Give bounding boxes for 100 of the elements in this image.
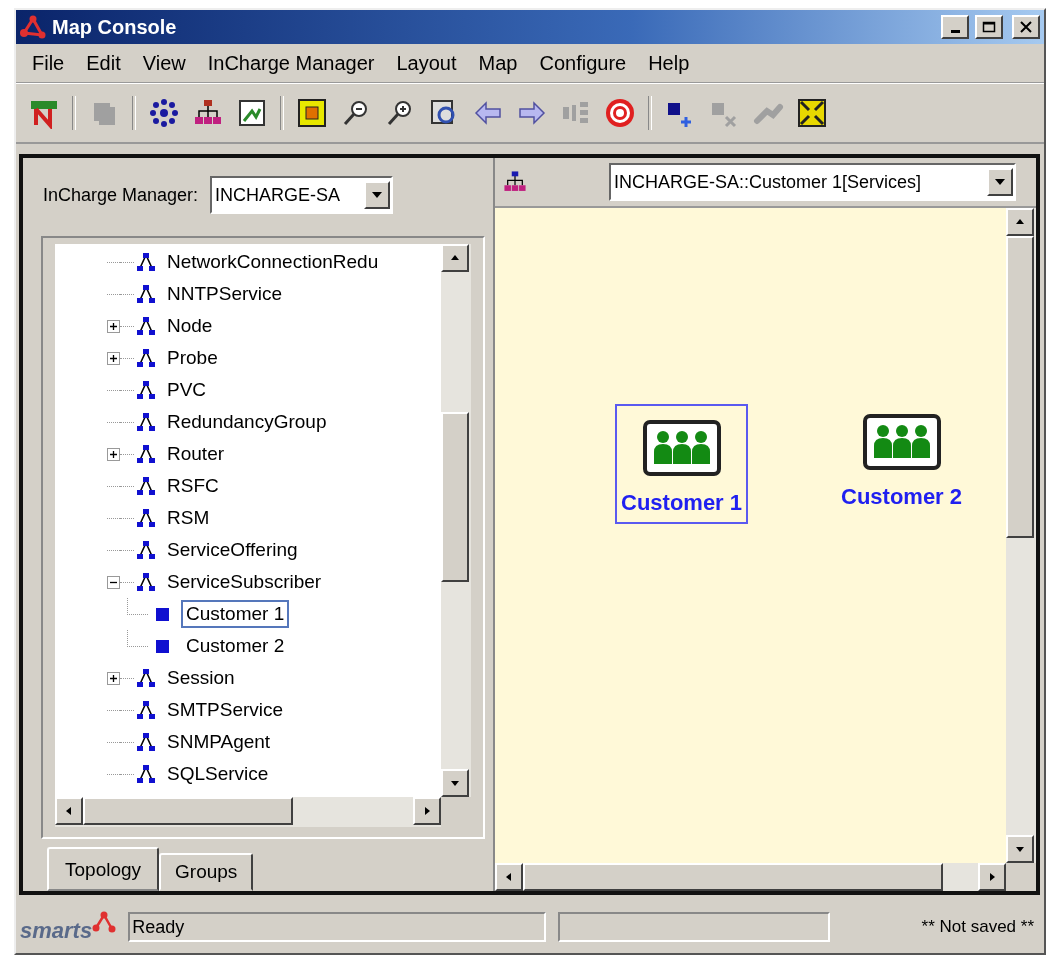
- triangle-down-icon: [450, 778, 460, 788]
- view-dropdown[interactable]: INCHARGE-SA::Customer 1[Services]: [609, 163, 1016, 201]
- tree-item[interactable]: RSFC: [162, 472, 224, 500]
- expand-toggle[interactable]: [107, 351, 120, 365]
- menu-item[interactable]: InCharge Manager: [197, 51, 387, 75]
- field-label: InCharge Manager:: [43, 184, 199, 206]
- triangle-left-icon: [504, 872, 514, 882]
- tree-item[interactable]: NetworkConnectionRedu: [162, 248, 384, 276]
- tree-item[interactable]: Node: [162, 312, 218, 340]
- scrollbar-thumb[interactable]: [83, 797, 293, 825]
- triangle-left-icon: [64, 806, 74, 816]
- tree-item[interactable]: ServiceSubscriber: [162, 568, 327, 596]
- menu-item[interactable]: Help: [638, 51, 702, 75]
- expand-toggle[interactable]: [107, 447, 120, 461]
- hierarchy-icon: [136, 668, 156, 688]
- plus-icon: [109, 353, 118, 363]
- tab[interactable]: Topology: [47, 847, 160, 891]
- triangle-down-icon: [1015, 844, 1025, 854]
- ring-cluster-icon: [148, 97, 180, 129]
- caret-icon: [995, 179, 1005, 185]
- tree-item[interactable]: PVC: [162, 376, 212, 404]
- map-node[interactable]: Customer 2: [835, 398, 969, 518]
- people-group-icon: [642, 420, 721, 476]
- triangle-right-icon: [422, 806, 432, 816]
- scrollbar-thumb[interactable]: [1006, 236, 1034, 538]
- menu-item[interactable]: Edit: [76, 51, 133, 75]
- triangle-up-icon: [1015, 217, 1025, 227]
- dropdown-button[interactable]: [364, 181, 391, 209]
- hierarchy-icon: [136, 348, 156, 368]
- expand-all-icon: [796, 97, 828, 129]
- scroll-left-button[interactable]: [55, 797, 83, 825]
- triangle-up-icon: [450, 253, 460, 263]
- triangle-right-icon: [987, 872, 997, 882]
- hierarchy-icon: [136, 540, 156, 560]
- tree-item[interactable]: Router: [162, 440, 230, 468]
- tree-item[interactable]: SQLService: [162, 760, 274, 788]
- scrollbar-thumb[interactable]: [523, 863, 943, 891]
- hierarchy-icon: [136, 700, 156, 720]
- maximize-icon: [982, 21, 996, 33]
- menu-item[interactable]: Configure: [529, 51, 639, 75]
- scroll-down-button[interactable]: [1006, 835, 1034, 863]
- square-icon: [156, 639, 169, 653]
- brand-logo: smarts: [20, 910, 117, 944]
- tree-item[interactable]: NNTPService: [162, 280, 288, 308]
- minimize-button[interactable]: [941, 15, 969, 39]
- collapse-toggle[interactable]: [107, 575, 120, 589]
- plus-icon: [109, 321, 118, 331]
- menu-item[interactable]: View: [132, 51, 198, 75]
- target-icon: [604, 97, 636, 129]
- hierarchy-icon: [136, 508, 156, 528]
- menu-item[interactable]: File: [22, 51, 77, 75]
- window-title: Map Console: [52, 15, 178, 39]
- close-icon: [1019, 21, 1033, 33]
- tree-item[interactable]: SNMPAgent: [162, 728, 276, 756]
- caret-icon: [372, 192, 383, 198]
- close-button[interactable]: [1012, 15, 1040, 39]
- tree-item[interactable]: SMTPService: [162, 696, 289, 724]
- tree-item[interactable]: RedundancyGroup: [162, 408, 332, 436]
- tree-item[interactable]: Customer 1: [181, 600, 290, 628]
- manager-dropdown[interactable]: INCHARGE-SA: [210, 176, 394, 214]
- scroll-left-button[interactable]: [495, 863, 523, 891]
- hierarchy-icon: [136, 732, 156, 752]
- maximize-button[interactable]: [975, 15, 1003, 39]
- scroll-right-button[interactable]: [413, 797, 441, 825]
- tree-item[interactable]: Session: [162, 664, 240, 692]
- expand-toggle[interactable]: [107, 319, 120, 333]
- tree-item[interactable]: Customer 2: [181, 632, 290, 660]
- hierarchy-icon: [136, 444, 156, 464]
- people-group-icon: [862, 414, 941, 470]
- tree-item[interactable]: ServiceOffering: [162, 536, 303, 564]
- expand-toggle[interactable]: [107, 671, 120, 685]
- hierarchy-icon: [136, 476, 156, 496]
- plus-icon: [109, 449, 118, 459]
- menu-item[interactable]: Map: [468, 51, 530, 75]
- hierarchy-icon: [136, 764, 156, 784]
- status-message: Ready: [128, 912, 547, 942]
- minimize-icon: [950, 29, 960, 33]
- plus-icon: [109, 673, 118, 683]
- hierarchy-icon: [136, 284, 156, 304]
- hierarchy-icon: [136, 412, 156, 432]
- square-icon: [156, 607, 169, 621]
- tree-item[interactable]: Probe: [162, 344, 223, 372]
- tree-item[interactable]: RSM: [162, 504, 215, 532]
- scroll-up-button[interactable]: [441, 244, 469, 272]
- hierarchy-icon: [136, 380, 156, 400]
- fit-icon: [296, 97, 328, 129]
- frame-icon: [236, 97, 268, 129]
- scroll-down-button[interactable]: [441, 769, 469, 797]
- menu-item[interactable]: Layout: [386, 51, 469, 75]
- tab[interactable]: Groups: [159, 853, 254, 891]
- scroll-right-button[interactable]: [978, 863, 1006, 891]
- hierarchy-icon: [136, 572, 156, 592]
- hierarchy-icon: [136, 252, 156, 272]
- hierarchy-icon: [136, 316, 156, 336]
- map-node[interactable]: Customer 1: [615, 404, 749, 524]
- scroll-up-button[interactable]: [1006, 208, 1034, 236]
- scrollbar-thumb[interactable]: [441, 412, 469, 582]
- save-status: ** Not saved **: [921, 917, 1034, 937]
- dropdown-button[interactable]: [987, 168, 1013, 196]
- app-logo-icon: [20, 15, 46, 39]
